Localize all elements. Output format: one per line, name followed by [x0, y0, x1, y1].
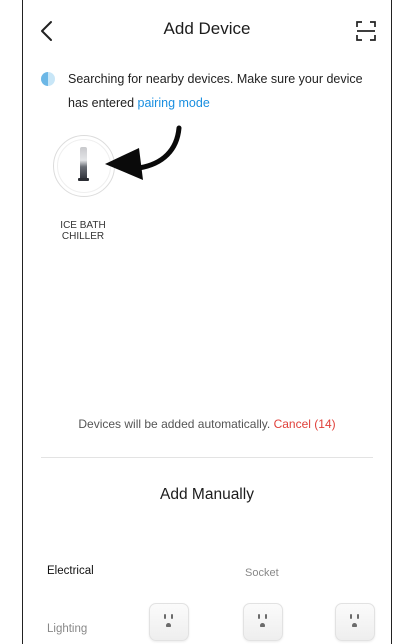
subcategory-socket-title: Socket	[245, 567, 279, 579]
socket-ground	[166, 623, 171, 627]
scan-button[interactable]	[355, 20, 377, 42]
socket-product-1[interactable]	[149, 603, 189, 641]
socket-ground	[352, 623, 357, 627]
socket-pin	[258, 614, 260, 619]
socket-ground	[260, 623, 265, 627]
category-electrical[interactable]: Electrical	[47, 565, 94, 577]
app-screen: Add Device Searching for nearby devices.…	[22, 0, 392, 644]
socket-product-3[interactable]	[335, 603, 375, 641]
socket-pin	[357, 614, 359, 619]
chiller-base-icon	[78, 178, 89, 181]
socket-pin	[350, 614, 352, 619]
socket-pin	[164, 614, 166, 619]
divider	[41, 457, 373, 458]
socket-pin	[265, 614, 267, 619]
search-status: Searching for nearby devices. Make sure …	[41, 67, 381, 115]
device-label: ICE BATH CHILLER	[60, 220, 106, 242]
ice-bath-chiller-icon	[80, 147, 87, 180]
header: Add Device	[23, 0, 391, 62]
category-lighting[interactable]: Lighting	[47, 623, 87, 635]
search-message: Searching for nearby devices. Make sure …	[68, 67, 381, 115]
loading-spinner-icon	[41, 72, 55, 86]
auto-add-message: Devices will be added automatically. Can…	[23, 417, 391, 431]
curved-arrow-icon	[105, 125, 182, 180]
pairing-mode-link[interactable]: pairing mode	[138, 96, 210, 110]
page-title: Add Device	[163, 19, 251, 38]
scan-icon	[356, 21, 376, 41]
socket-pin	[171, 614, 173, 619]
add-manually-title: Add Manually	[160, 486, 254, 503]
socket-product-2[interactable]	[243, 603, 283, 641]
search-text: Searching for nearby devices. Make sure …	[68, 72, 363, 110]
cancel-button[interactable]: Cancel (14)	[274, 417, 336, 431]
auto-add-text: Devices will be added automatically.	[78, 417, 274, 431]
